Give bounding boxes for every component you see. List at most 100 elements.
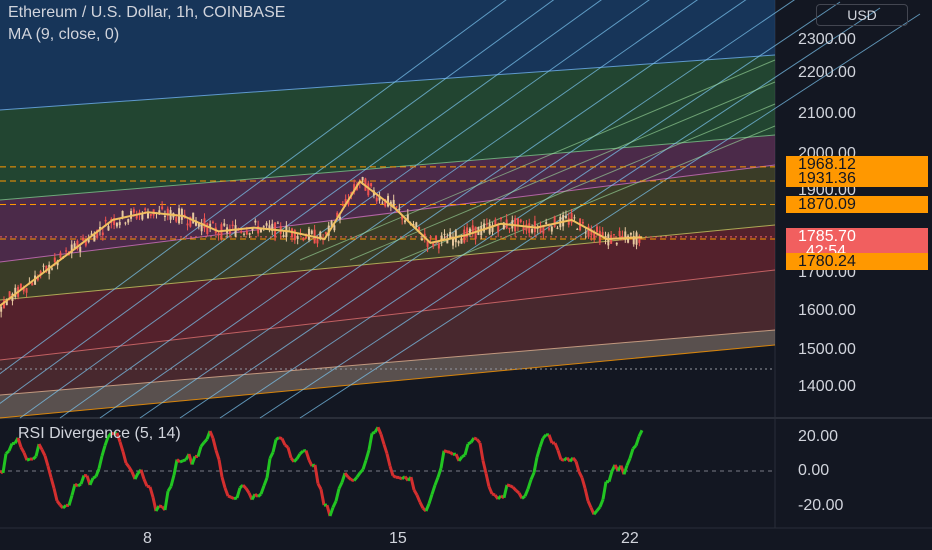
rsi-tick: -20.00	[798, 497, 844, 514]
price-candle	[584, 232, 587, 234]
price-candle	[149, 214, 152, 216]
rsi-segment	[182, 458, 187, 463]
time-tick: 15	[389, 530, 407, 547]
rsi-segment	[443, 449, 448, 454]
rsi-indicator-label[interactable]: RSI Divergence (5, 14)	[18, 425, 181, 443]
price-candle	[101, 232, 104, 236]
currency-button[interactable]: USD	[816, 4, 908, 26]
rsi-segment	[77, 482, 82, 488]
price-candle	[576, 228, 579, 230]
rsi-segment	[4, 449, 11, 455]
price-candle	[161, 206, 164, 210]
price-candle	[395, 206, 398, 208]
price-tick: 1600.00	[798, 302, 856, 319]
price-candle	[629, 232, 632, 235]
price-candle	[460, 238, 463, 244]
rsi-segment	[473, 436, 478, 441]
price-candle	[243, 233, 246, 235]
price-candle	[245, 230, 248, 235]
rsi-segment	[446, 450, 451, 454]
chart-stage[interactable]: Ethereum / U.S. Dollar, 1h, COINBASE MA …	[0, 0, 932, 550]
price-candle	[115, 222, 118, 227]
rsi-segment	[515, 489, 520, 495]
price-candle	[548, 228, 551, 230]
price-tag: 1931.36	[786, 170, 928, 187]
price-tick: 2200.00	[798, 64, 856, 81]
price-candle	[65, 250, 68, 252]
rsi-segment	[371, 430, 376, 435]
symbol-title[interactable]: Ethereum / U.S. Dollar, 1h, COINBASE	[8, 2, 285, 24]
price-candle	[508, 227, 511, 230]
price-candle	[316, 238, 319, 244]
price-candle	[82, 237, 85, 241]
price-candle	[147, 212, 149, 219]
rsi-segment	[346, 475, 353, 481]
price-candle	[330, 220, 333, 225]
price-candle	[621, 235, 624, 238]
price-candle	[254, 220, 257, 223]
price-candle	[127, 219, 130, 223]
price-tick: 2100.00	[798, 105, 856, 122]
ma-indicator-label[interactable]: MA (9, close, 0)	[8, 24, 285, 46]
rsi-segment	[179, 459, 184, 464]
price-candle	[265, 223, 268, 226]
price-candle	[618, 230, 621, 237]
price-candle	[262, 226, 265, 228]
rsi-segment	[491, 492, 496, 497]
price-candle	[429, 237, 432, 239]
rsi-segment	[275, 436, 280, 441]
rsi-segment	[26, 457, 31, 462]
price-candle	[19, 283, 22, 289]
price-candle	[435, 235, 438, 241]
price-candle	[485, 223, 488, 225]
price-candle	[341, 204, 344, 206]
price-candle	[192, 212, 195, 224]
price-candle	[553, 216, 556, 227]
rsi-segment	[233, 496, 238, 501]
price-candle	[324, 232, 327, 234]
price-candle	[370, 183, 373, 187]
price-candle	[121, 210, 124, 218]
price-candle	[437, 243, 440, 249]
price-candle	[223, 223, 226, 226]
price-candle	[387, 195, 390, 207]
price-candle	[0, 306, 3, 312]
price-candle	[118, 222, 121, 226]
price-tag: 1870.09	[786, 196, 928, 213]
price-candle	[186, 223, 189, 226]
rsi-segment	[284, 443, 289, 449]
price-candle	[339, 216, 342, 220]
rsi-segment	[521, 495, 526, 500]
price-candle	[217, 233, 220, 236]
price-candle	[381, 202, 384, 204]
price-candle	[53, 257, 56, 263]
price-candle	[488, 223, 491, 234]
price-candle	[612, 234, 615, 236]
price-candle	[180, 208, 183, 220]
price-candle	[163, 215, 166, 218]
price-candle	[203, 218, 206, 229]
price-candle	[240, 231, 243, 233]
price-candle	[144, 208, 147, 210]
price-candle	[361, 176, 364, 181]
rsi-segment	[461, 453, 466, 459]
price-candle	[635, 232, 638, 245]
price-candle	[302, 237, 305, 241]
rsi-tick: 20.00	[798, 428, 839, 445]
price-candle	[59, 252, 62, 258]
price-candle	[206, 223, 209, 234]
price-candle	[268, 225, 271, 229]
rsi-segment	[230, 495, 235, 500]
price-candle	[234, 225, 237, 237]
rsi-segment	[92, 475, 97, 480]
price-candle	[211, 221, 214, 223]
price-candle	[497, 225, 500, 233]
price-candle	[500, 217, 502, 220]
rsi-segment	[31, 455, 38, 461]
rsi-segment	[62, 504, 67, 510]
price-chart-canvas[interactable]	[0, 0, 932, 550]
rsi-tick: 0.00	[798, 462, 830, 479]
price-candle	[420, 238, 423, 241]
price-candle	[457, 241, 460, 244]
price-candle	[398, 209, 401, 211]
